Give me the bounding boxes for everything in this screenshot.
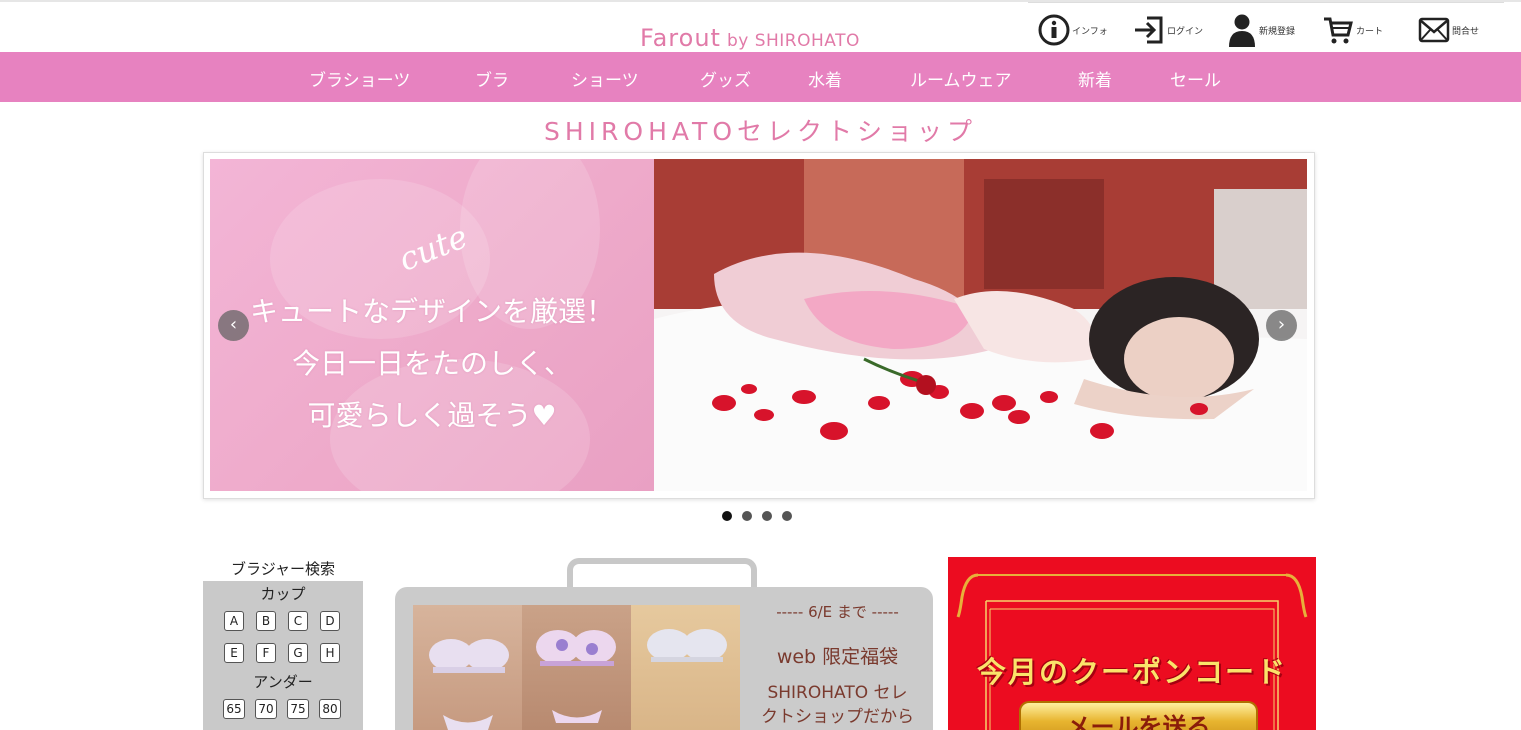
nav-item-goods[interactable]: グッズ (700, 66, 751, 91)
slide-caption-line-3: 可愛らしく過そう♥ (307, 399, 557, 432)
slider-pagination (722, 511, 792, 521)
cup-a-button[interactable]: A (224, 611, 244, 631)
under-80-button[interactable]: 80 (319, 699, 341, 719)
slider-dot-3[interactable] (762, 511, 772, 521)
nav-item-bra-shorts[interactable]: ブラショーツ (309, 66, 410, 91)
register-link[interactable]: 新規登録 (1227, 10, 1295, 50)
cart-label: カート (1356, 26, 1384, 37)
bedroom-photo-illustration (654, 159, 1307, 491)
promo-description: SHIROHATO セレ クトショップだから (750, 681, 925, 729)
promo-description-line-1: SHIROHATO セレ (767, 683, 908, 703)
slide-caption-line-2: 今日一日をたのしく、 (291, 347, 572, 380)
bra-1-illustration (429, 639, 509, 730)
promo-description-line-2: クトショップだから (761, 707, 914, 727)
promo-text-block: ----- 6/E まで ----- web 限定福袋 SHIROHATO セレ… (750, 601, 925, 729)
cup-label: カップ (260, 585, 306, 603)
cup-e-button[interactable]: E (224, 643, 244, 663)
slider-dot-2[interactable] (742, 511, 752, 521)
slider-dot-1[interactable] (722, 511, 732, 521)
hero-slider: cute キュートなデザインを厳選！ 今日一日をたのしく、 可愛らしく過そう♥ (203, 152, 1315, 499)
cup-h-button[interactable]: H (320, 643, 340, 663)
coupon-banner[interactable]: 今月のクーポンコード メールを送る (948, 557, 1316, 730)
login-icon (1135, 16, 1163, 44)
info-icon (1038, 14, 1070, 46)
promo-deadline: ----- 6/E まで ----- (776, 603, 899, 621)
slider-next-button[interactable]: › (1266, 310, 1297, 341)
user-icon (1229, 14, 1255, 47)
register-label: 新規登録 (1259, 26, 1296, 37)
nav-item-roomwear[interactable]: ルームウェア (910, 66, 1012, 91)
contact-label: 問合せ (1452, 26, 1480, 37)
slide-caption-line-1: キュートなデザインを厳選！ (249, 295, 614, 328)
under-label: アンダー (253, 673, 313, 691)
contact-link[interactable]: 問合せ (1418, 10, 1479, 50)
site-logo[interactable]: Farout by SHIROHATO (640, 24, 860, 52)
cup-d-button[interactable]: D (320, 611, 340, 631)
nav-item-swimwear[interactable]: 水着 (808, 66, 842, 91)
cart-link[interactable]: カート (1322, 10, 1383, 50)
cup-c-button[interactable]: C (288, 611, 308, 631)
nav-item-sale[interactable]: セール (1170, 66, 1221, 91)
main-nav: ブラショーツ ブラ ショーツ グッズ 水着 ルームウェア 新着 セール (0, 52, 1521, 102)
utility-divider (1028, 2, 1504, 3)
bra-search-title: ブラジャー検索 (231, 560, 335, 578)
product-photo-2 (522, 605, 631, 730)
bra-2-illustration (536, 630, 616, 723)
promo-product-image (413, 605, 740, 730)
slider-dot-4[interactable] (782, 511, 792, 521)
slide-caption: キュートなデザインを厳選！ 今日一日をたのしく、 可愛らしく過そう♥ (210, 286, 654, 442)
cup-f-button[interactable]: F (256, 643, 276, 663)
slide-text-panel: cute キュートなデザインを厳選！ 今日一日をたのしく、 可愛らしく過そう♥ (210, 159, 654, 491)
nav-item-bra[interactable]: ブラ (475, 66, 509, 91)
logo-main-text: Farout (640, 24, 721, 52)
product-photo-1 (413, 605, 522, 730)
login-label: ログイン (1167, 26, 1204, 37)
cart-icon (1324, 17, 1353, 44)
shop-title: SHIROHATOセレクトショップ (544, 117, 977, 146)
promo-title: web 限定福袋 (776, 646, 899, 668)
coupon-heading: 今月のクーポンコード (976, 655, 1287, 689)
bra-3-illustration (647, 629, 727, 662)
cup-g-button[interactable]: G (288, 643, 308, 663)
under-75-button[interactable]: 75 (287, 699, 309, 719)
slider-prev-button[interactable]: ‹ (218, 310, 249, 341)
mail-icon (1418, 17, 1450, 43)
nav-item-shorts[interactable]: ショーツ (571, 66, 639, 91)
cup-b-button[interactable]: B (256, 611, 276, 631)
under-70-button[interactable]: 70 (255, 699, 277, 719)
product-photo-3 (631, 605, 740, 730)
under-65-button[interactable]: 65 (223, 699, 245, 719)
nav-item-new[interactable]: 新着 (1078, 66, 1112, 91)
info-label: インフォ (1072, 26, 1108, 37)
lucky-bag-banner[interactable]: ----- 6/E まで ----- web 限定福袋 SHIROHATO セレ… (395, 587, 933, 730)
info-link[interactable]: インフォ (1038, 10, 1108, 50)
send-mail-button[interactable]: メールを送る (1021, 703, 1256, 730)
login-link[interactable]: ログイン (1133, 10, 1203, 50)
bra-search-panel: カップ A B C D E F G H アンダー 65 70 75 80 (203, 581, 363, 730)
slide-photo (654, 159, 1307, 491)
logo-by-text: by SHIROHATO (726, 31, 860, 51)
